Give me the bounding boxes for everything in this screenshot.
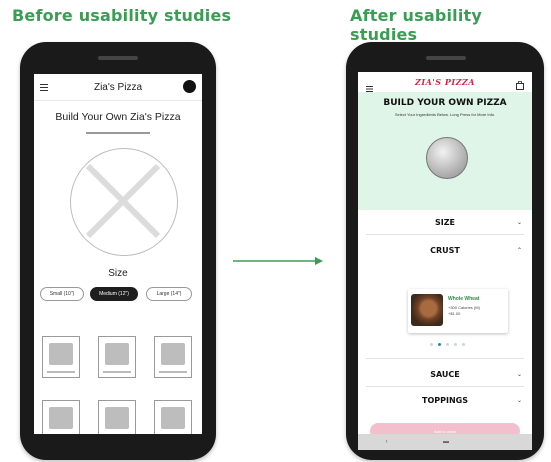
crust-image	[411, 294, 443, 326]
screen-after: ZIA'S PIZZA BUILD YOUR OWN PIZZA Select …	[358, 72, 532, 450]
back-icon[interactable]: ‹	[386, 439, 388, 445]
section-size[interactable]: SIZE ⌄	[358, 212, 532, 232]
before-heading: Before usability studies	[12, 6, 232, 25]
page-title: BUILD YOUR OWN PIZZA	[383, 98, 507, 108]
after-heading: After usability studies	[350, 6, 482, 44]
brand-logo: ZIA'S PIZZA	[415, 77, 475, 87]
system-nav-bar: ‹ ▬	[358, 434, 532, 450]
app-header: Zia's Pizza	[34, 74, 202, 101]
section-crust[interactable]: CRUST ⌃	[358, 240, 532, 260]
divider	[86, 132, 150, 134]
section-toppings-label: TOPPINGS	[422, 395, 468, 405]
chevron-down-icon: ⌄	[516, 396, 522, 404]
card-image-placeholder	[105, 407, 129, 429]
home-icon[interactable]: ▬	[443, 439, 449, 445]
phone-before: Zia's Pizza Build Your Own Zia's Pizza S…	[20, 42, 216, 460]
app-header: ZIA'S PIZZA	[358, 72, 532, 92]
phone-earpiece	[426, 56, 466, 60]
phone-after: ZIA'S PIZZA BUILD YOUR OWN PIZZA Select …	[346, 42, 544, 460]
chevron-up-icon: ⌃	[516, 246, 522, 254]
hamburger-menu-icon[interactable]	[366, 79, 373, 92]
app-title: Zia's Pizza	[93, 81, 143, 93]
size-option-small[interactable]: Small (10")	[40, 287, 84, 301]
card-image-placeholder	[49, 407, 73, 429]
topping-card[interactable]	[154, 336, 192, 378]
section-sauce-label: SAUCE	[430, 369, 460, 379]
phone-earpiece	[98, 56, 138, 60]
card-image-placeholder	[105, 343, 129, 365]
section-toppings[interactable]: TOPPINGS ⌄	[358, 390, 532, 410]
chevron-down-icon: ⌄	[516, 370, 522, 378]
divider	[366, 386, 524, 387]
section-crust-label: CRUST	[430, 245, 460, 255]
shopping-bag-icon[interactable]	[516, 77, 524, 90]
size-option-large[interactable]: Large (14")	[146, 287, 192, 301]
transition-arrow-icon	[233, 257, 323, 265]
size-label: Size	[108, 268, 128, 279]
divider	[366, 358, 524, 359]
size-option-medium[interactable]: Medium (12")	[90, 287, 138, 301]
card-image-placeholder	[49, 343, 73, 365]
card-image-placeholder	[161, 407, 185, 429]
topping-card[interactable]	[42, 400, 80, 434]
topping-card[interactable]	[42, 336, 80, 378]
divider	[366, 234, 524, 235]
pizza-preview-image	[426, 137, 468, 179]
card-image-placeholder	[161, 343, 185, 365]
card-label-placeholder	[159, 371, 187, 373]
card-label-placeholder	[103, 371, 131, 373]
screen-before: Zia's Pizza Build Your Own Zia's Pizza S…	[34, 74, 202, 434]
card-label-placeholder	[47, 371, 75, 373]
pizza-placeholder-image	[70, 148, 178, 256]
crust-option-card[interactable]: Whole Wheat +300 Calories (M) +$1.00	[408, 289, 508, 333]
chevron-down-icon: ⌄	[516, 218, 522, 226]
carousel-dot[interactable]	[462, 343, 465, 346]
section-size-label: SIZE	[434, 217, 455, 227]
profile-avatar-icon[interactable]	[183, 80, 196, 93]
page-subtitle: Build Your Own Zia's Pizza	[55, 111, 181, 123]
hero-section: BUILD YOUR OWN PIZZA Select Your Ingredi…	[358, 92, 532, 210]
carousel-dot[interactable]	[454, 343, 457, 346]
section-sauce[interactable]: SAUCE ⌄	[358, 364, 532, 384]
carousel-dot[interactable]	[430, 343, 433, 346]
topping-card[interactable]	[98, 400, 136, 434]
crust-name: Whole Wheat	[448, 296, 480, 302]
crust-calories: +300 Calories (M)	[448, 305, 480, 310]
topping-card[interactable]	[154, 400, 192, 434]
carousel-dot[interactable]	[446, 343, 449, 346]
topping-card[interactable]	[98, 336, 136, 378]
crust-price: +$1.00	[448, 311, 461, 316]
hamburger-menu-icon[interactable]	[40, 83, 48, 91]
help-text: Select Your Ingredients Below. Long Pres…	[394, 112, 496, 117]
carousel-dot-active[interactable]	[438, 343, 441, 346]
